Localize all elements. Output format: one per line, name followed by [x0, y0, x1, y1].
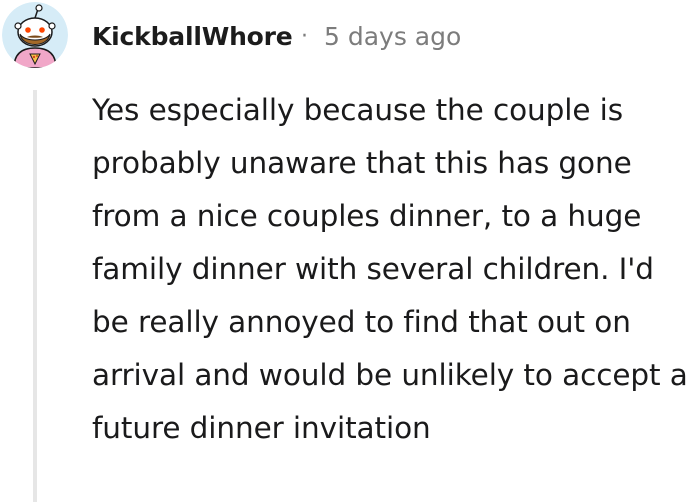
thread-collapse-line[interactable]: [33, 90, 37, 502]
comment-timestamp[interactable]: 5 days ago: [324, 21, 461, 53]
username-link[interactable]: KickballWhore: [92, 21, 293, 53]
meta-separator: ·: [301, 24, 308, 49]
comment: KickballWhore · 5 days ago Yes especiall…: [0, 0, 700, 502]
comment-body: Yes especially because the couple is pro…: [92, 93, 688, 445]
avatar[interactable]: [2, 2, 68, 68]
snoo-avatar-icon: [2, 2, 68, 68]
